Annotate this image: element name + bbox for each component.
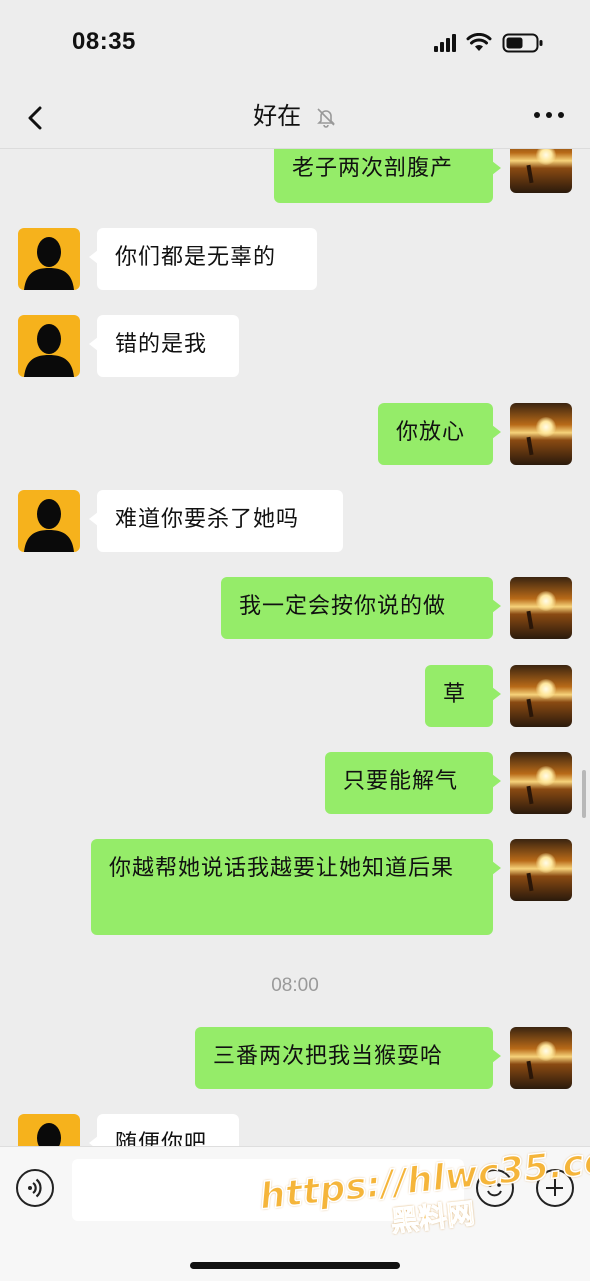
chat-header: 好在	[0, 88, 590, 149]
my-avatar[interactable]	[510, 1027, 572, 1089]
message-bubble-me[interactable]: 草	[425, 665, 501, 727]
voice-icon	[28, 1178, 42, 1198]
voice-button[interactable]	[16, 1169, 54, 1207]
message-bubble-them[interactable]: 难道你要杀了她吗	[89, 490, 343, 552]
my-avatar[interactable]	[510, 577, 572, 639]
message-bubble-me[interactable]: 你越帮她说话我越要让她知道后果	[91, 839, 501, 935]
signal-icon	[434, 34, 456, 52]
status-icons	[434, 32, 544, 54]
message-bubble-me[interactable]: 我一定会按你说的做	[221, 577, 501, 639]
my-avatar[interactable]	[510, 839, 572, 901]
message-timestamp: 08:00	[271, 975, 319, 996]
contact-avatar[interactable]	[18, 228, 80, 290]
person-silhouette-icon	[24, 499, 74, 552]
more-dots-icon	[534, 112, 540, 118]
message-bubble-me[interactable]: 你放心	[378, 403, 501, 465]
my-avatar[interactable]	[510, 403, 572, 465]
wifi-icon	[466, 33, 492, 51]
bell-off-icon	[316, 108, 335, 128]
contact-avatar[interactable]	[18, 1114, 80, 1146]
person-silhouette-icon	[24, 324, 74, 377]
contact-avatar[interactable]	[18, 490, 80, 552]
more-dot	[546, 112, 552, 118]
message-bubble-them[interactable]: 你们都是无辜的	[89, 228, 317, 290]
contact-avatar[interactable]	[18, 315, 80, 377]
message-bubble-me[interactable]: 老子两次剖腹产	[274, 149, 501, 203]
home-indicator[interactable]	[190, 1262, 400, 1269]
more-dot	[558, 112, 564, 118]
chat-title: 好在	[253, 102, 302, 130]
message-bubble-them[interactable]: 错的是我	[89, 315, 239, 377]
message-bubble-me[interactable]: 三番两次把我当猴耍哈	[195, 1027, 501, 1089]
status-bar: 08:35	[0, 0, 590, 88]
scrollbar[interactable]	[582, 770, 586, 818]
message-bubble-them[interactable]: 随便你吧	[89, 1114, 239, 1146]
message-list[interactable]: 老子两次剖腹产 你们都是无辜的 错的是我 你放心 难道你要杀了她吗 我一定会按你…	[0, 149, 590, 1146]
person-silhouette-icon	[24, 237, 74, 290]
my-avatar[interactable]	[510, 665, 572, 727]
my-avatar[interactable]	[510, 752, 572, 814]
battery-icon	[502, 33, 543, 53]
chat-title-area: 好在	[0, 96, 590, 131]
more-button[interactable]	[534, 100, 564, 130]
my-avatar[interactable]	[510, 149, 572, 193]
message-bubble-me[interactable]: 只要能解气	[325, 752, 501, 814]
person-silhouette-icon	[37, 1123, 61, 1146]
status-time: 08:35	[72, 28, 136, 55]
